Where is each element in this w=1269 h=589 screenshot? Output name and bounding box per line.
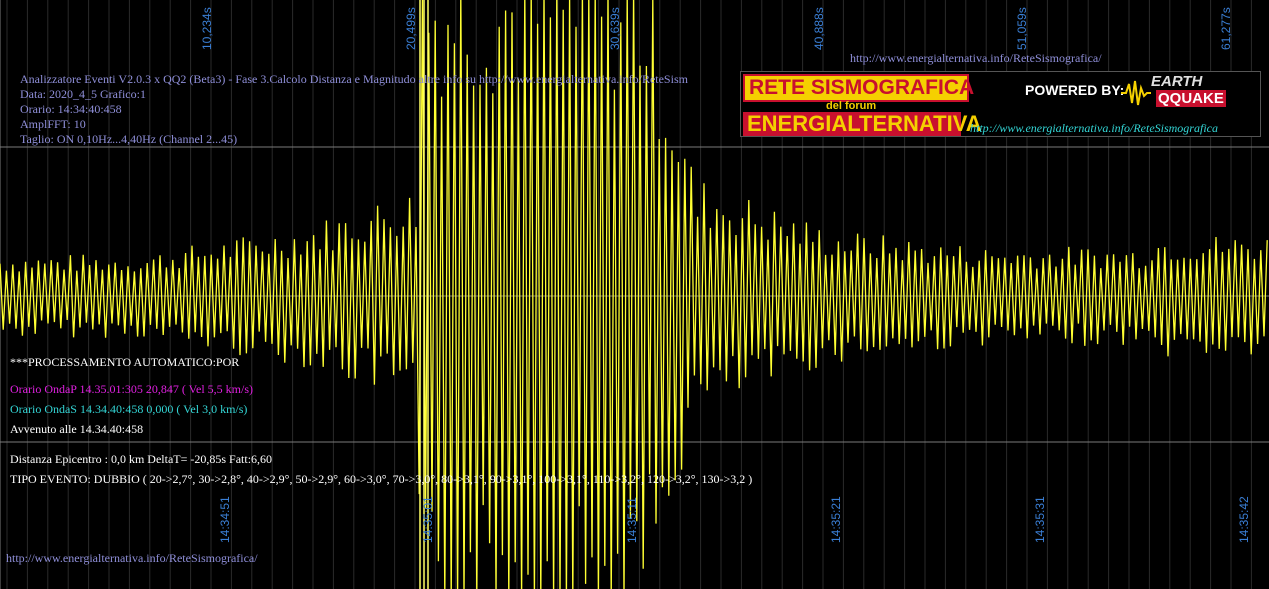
bottom-axis-label: 14:35:31 [1033,496,1047,543]
bottom-axis-label: 14:35:01 [421,496,435,543]
logo-title: RETE SISMOGRAFICA [749,76,975,99]
bottom-link[interactable]: http://www.energialternativa.info/ReteSi… [6,551,258,565]
header-title: Analizzatore Eventi V2.0.3 x QQ2 (Beta3)… [20,72,688,86]
top-link[interactable]: http://www.energialternativa.info/ReteSi… [850,51,1102,65]
onda-p-text: Orario OndaP 14.35.01:305 20,847 ( Vel 5… [10,382,253,396]
header-date: Data: 2020_4_5 Grafico:1 [20,87,146,101]
top-axis-label: 10,234s [200,7,214,50]
logo-forum-name: ENERGIALTERNATIVA [747,111,982,136]
header-taglio: Taglio: ON 0,10Hz...4,40Hz (Channel 2...… [20,132,238,146]
top-axis-label: 51,059s [1015,7,1029,50]
processing-title: ***PROCESSAMENTO AUTOMATICO:POR [10,355,240,369]
top-axis-label: 30,639s [608,7,622,50]
earthquake-brand-bottom: QQUAKE [1156,90,1226,107]
earthquake-brand-top: EARTH [1151,73,1203,90]
header-amplfft: AmplFFT: 10 [20,117,86,131]
onda-s-text: Orario OndaS 14.34.40:458 0,000 ( Vel 3,… [10,402,248,416]
seismic-wave-icon [1121,80,1151,106]
avvenuto-text: Avvenuto alle 14.34.40:458 [10,422,144,436]
distanza-text: Distanza Epicentro : 0,0 km DeltaT= -20,… [10,452,273,466]
top-axis-label: 61,277s [1219,7,1233,50]
powered-by-label: POWERED BY: [1025,82,1125,98]
top-axis-label: 20,499s [404,7,418,50]
top-axis-label: 40,888s [812,7,826,50]
bottom-axis-label: 14:34:51 [218,496,232,543]
tipo-evento-text: TIPO EVENTO: DUBBIO ( 20->2,7°, 30->2,8°… [10,472,753,486]
bottom-axis-label: 14:35:11 [625,497,639,543]
logo-url: http://www.energialternativa.info/ReteSi… [970,121,1218,135]
rete-sismografica-logo[interactable]: RETE SISMOGRAFICA del forum ENERGIALTERN… [740,71,1261,137]
header-time: Orario: 14:34:40:458 [20,102,122,116]
bottom-axis-label: 14:35:21 [829,496,843,543]
seismograph-window: Analizzatore Eventi V2.0.3 x QQ2 (Beta3)… [0,0,1269,589]
bottom-axis-label: 14:35:42 [1237,496,1251,543]
